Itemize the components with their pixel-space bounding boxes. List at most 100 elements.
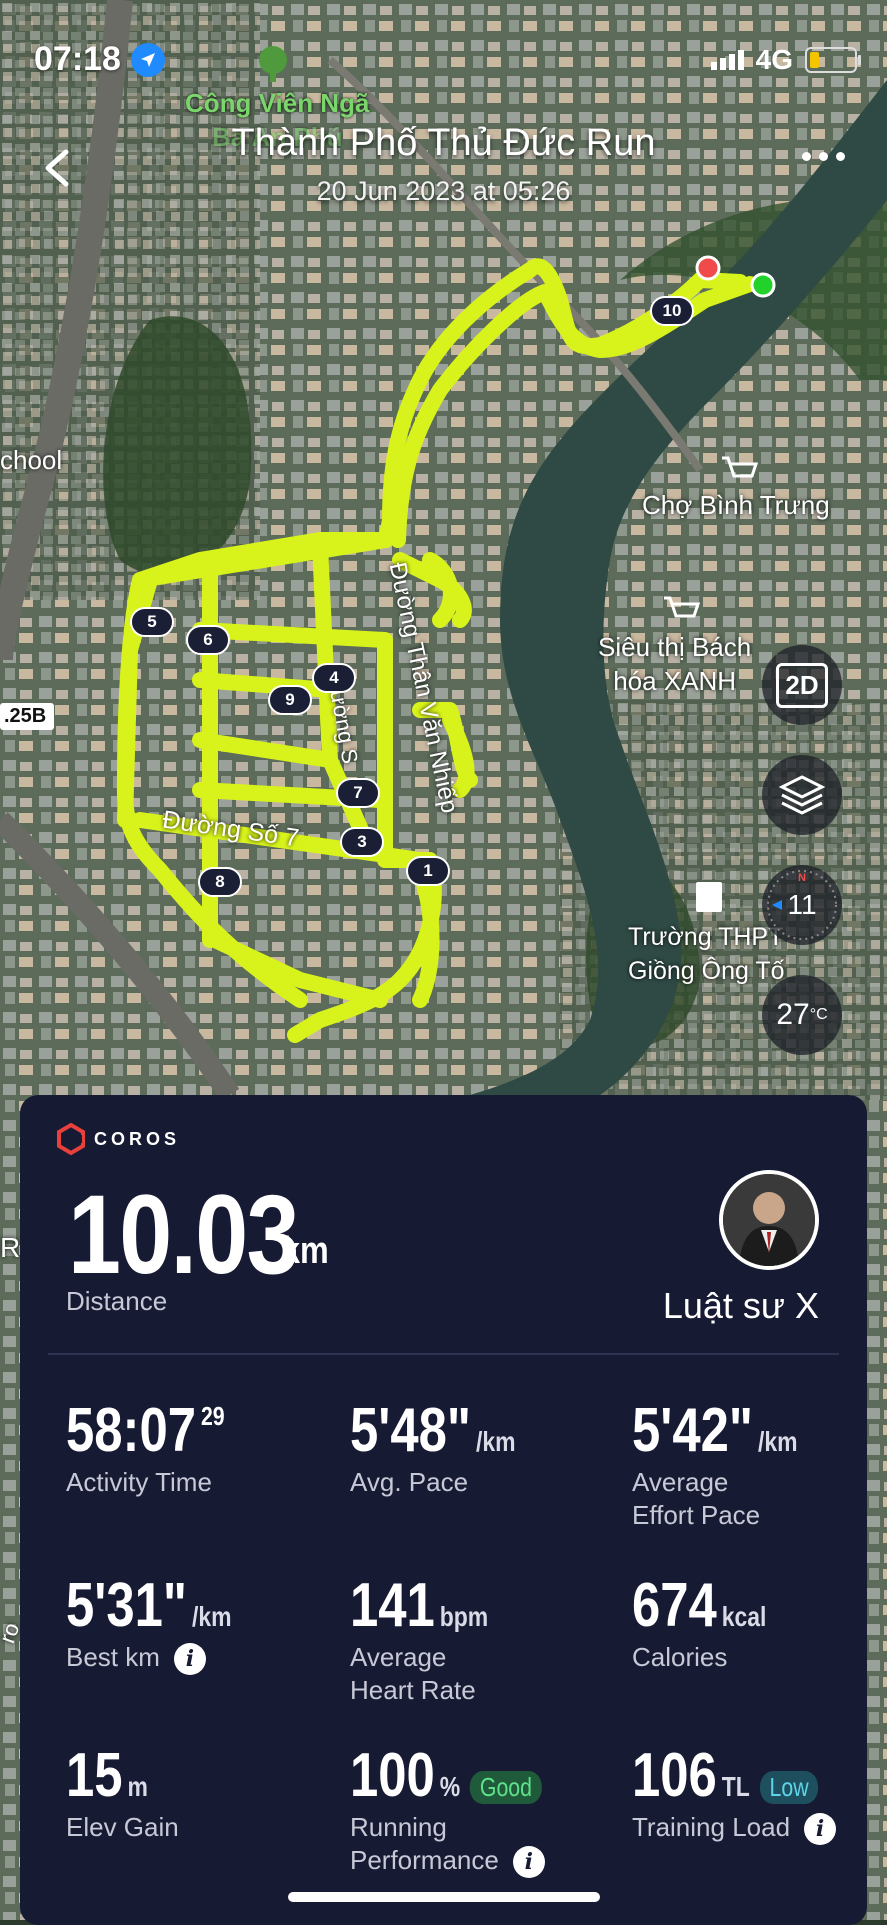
metric-value-row: 5'42"/km	[632, 1395, 798, 1466]
metric-label-line1: Training Load	[632, 1812, 791, 1842]
metric-label-line1: Elev Gain	[66, 1812, 179, 1842]
compass-button[interactable]: N 11	[762, 865, 842, 945]
metric-label: Best km i	[66, 1641, 268, 1676]
metric-value: 141	[350, 1571, 435, 1640]
coros-logo: COROS	[56, 1123, 180, 1155]
metric-unit: %	[439, 1771, 461, 1802]
km-marker: 5	[130, 607, 174, 637]
metric-label-line1: Best km	[66, 1642, 160, 1672]
metric: 5'42"/km Average Effort Pace	[632, 1395, 834, 1532]
more-options-button[interactable]	[802, 152, 845, 161]
activity-date: 20 Jun 2023 at 05:26	[316, 176, 571, 206]
metric: 674 kcal Calories	[632, 1570, 796, 1674]
signal-icon	[710, 50, 744, 70]
km-marker: 1	[406, 856, 450, 886]
metric-label-2: Performance i	[350, 1844, 584, 1879]
user-name: Luật sư X	[662, 1285, 819, 1326]
brand-name: COROS	[94, 1128, 181, 1149]
metric-badge: Low	[759, 1771, 819, 1804]
activity-title: Thành Phố Thủ Đức Run	[231, 122, 656, 164]
metric: 15 m Elev Gain	[66, 1740, 179, 1844]
metric-value-row: 674 kcal	[632, 1570, 766, 1641]
metric-value-row: 5'31"/km	[66, 1570, 232, 1641]
metric-label-2: Effort Pace	[632, 1499, 834, 1532]
status-right: 4G	[710, 44, 861, 76]
info-icon[interactable]: i	[804, 1813, 837, 1846]
metric-unit: bpm	[439, 1601, 489, 1632]
km-marker: 8	[198, 867, 242, 897]
metric-label: Elev Gain	[66, 1811, 179, 1844]
divider	[48, 1353, 839, 1355]
metric-value-row: 106 TL Low	[632, 1740, 819, 1811]
metric-badge: Good	[470, 1771, 542, 1804]
km-marker: 3	[340, 827, 384, 857]
metric-label: Training Load i	[632, 1811, 859, 1846]
metric-label-line2: Effort Pace	[632, 1500, 761, 1530]
home-indicator[interactable]	[288, 1892, 600, 1902]
temperature-display: 27 °C	[762, 975, 842, 1055]
metric-value-row: 5'48"/km	[350, 1395, 516, 1466]
map-label-market: Chợ Bình Trưng	[642, 490, 830, 520]
metric-unit: m	[127, 1771, 148, 1802]
metric-unit: TL	[721, 1771, 750, 1802]
metric-sup: 29	[200, 1401, 225, 1431]
metric-value: 5'48"	[350, 1396, 472, 1465]
distance-unit: km	[282, 1230, 329, 1272]
map-label-school-line2: Giồng Ông Tố	[628, 957, 785, 985]
info-icon[interactable]: i	[512, 1846, 545, 1879]
metric-value: 5'31"	[66, 1571, 188, 1640]
map-label-supermarket-line2: hóa XANH	[613, 666, 737, 696]
metric: 58:07 29 Activity Time	[66, 1395, 260, 1499]
metric-label-line1: Average	[632, 1467, 729, 1497]
metric-value: 58:07	[66, 1396, 197, 1465]
km-marker: 7	[336, 778, 380, 808]
temperature-value: 27	[776, 998, 810, 1031]
metric-label-line1: Average	[350, 1642, 447, 1672]
metric-value-row: 58:07 29	[66, 1395, 225, 1466]
view-mode-2d-button[interactable]: 2D	[762, 645, 842, 725]
km-marker: 10	[650, 296, 694, 326]
metric-unit: /km	[191, 1601, 232, 1632]
km-marker: 6	[186, 625, 230, 655]
distance-value: 10.03	[68, 1172, 299, 1297]
metric-value: 15	[66, 1741, 123, 1810]
distance-label: Distance	[66, 1286, 168, 1316]
map-label-park: Công Viên Ngã	[185, 88, 370, 118]
avatar-image	[723, 1174, 815, 1266]
metric-label: Average	[350, 1641, 519, 1674]
metric: 5'31"/km Best km i	[66, 1570, 268, 1676]
metric-value: 100	[350, 1741, 435, 1810]
battery-icon	[805, 47, 861, 73]
metric: 141 bpm Average Heart Rate	[350, 1570, 519, 1707]
metric-unit: /km	[757, 1426, 798, 1457]
coros-hexagon-icon	[57, 1123, 85, 1155]
metric-unit: /km	[475, 1426, 516, 1457]
network-type: 4G	[755, 44, 793, 75]
metric-label: Calories	[632, 1641, 796, 1674]
activity-stats-panel: COROS 10.03 km Distance Luật sư X 58:07 2…	[20, 1095, 867, 1925]
metric-label-line1: Running	[350, 1812, 447, 1842]
metric-value: 674	[632, 1571, 717, 1640]
status-time: 07:18	[34, 40, 121, 78]
map-label-edge-r: R	[0, 1232, 21, 1263]
metric-label-2: Heart Rate	[350, 1674, 519, 1707]
metric-label-line1: Calories	[632, 1642, 728, 1672]
avatar[interactable]	[719, 1170, 819, 1270]
metric: 5'48"/km Avg. Pace	[350, 1395, 552, 1499]
metric-label: Activity Time	[66, 1466, 260, 1499]
metric-value: 106	[632, 1741, 717, 1810]
metric-label: Average	[632, 1466, 834, 1499]
metric-value-row: 15 m	[66, 1740, 158, 1811]
layers-icon	[778, 775, 826, 815]
status-bar: 07:18	[34, 40, 165, 79]
metric-unit: kcal	[721, 1601, 767, 1632]
layers-button[interactable]	[762, 755, 842, 835]
km-marker: 4	[312, 663, 356, 693]
info-icon[interactable]: i	[173, 1643, 206, 1676]
location-arrow-icon	[130, 42, 165, 77]
compass-value: 11	[787, 889, 817, 920]
route-number-sign: .25B	[0, 703, 55, 730]
temperature-unit: °C	[809, 1006, 828, 1023]
metric: 100% Good Running Performance i	[350, 1740, 584, 1879]
map-label-school-left: chool	[0, 445, 63, 475]
